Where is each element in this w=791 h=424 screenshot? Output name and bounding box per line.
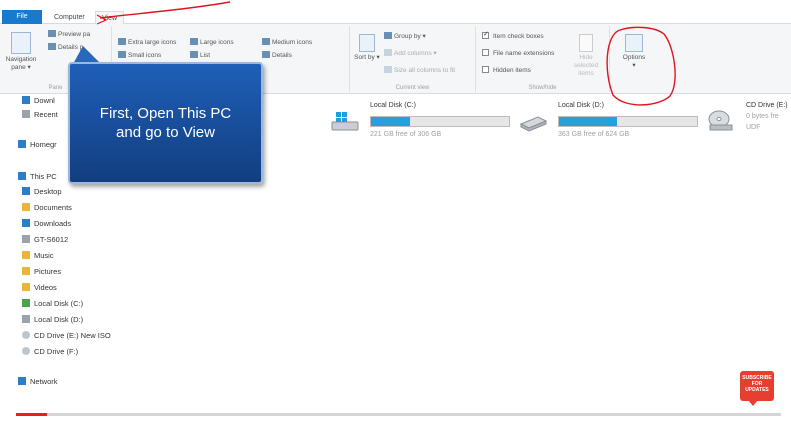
subscribe-badge[interactable]: SUBSCRIBE FOR UPDATES xyxy=(740,371,774,406)
nav-item[interactable]: CD Drive (F:) xyxy=(22,345,78,359)
nav-item[interactable]: Recent xyxy=(22,108,58,122)
drive-free-space: 0 bytes fre xyxy=(746,113,779,120)
nav-item[interactable]: Local Disk (C:) xyxy=(22,297,83,311)
drive-usage-bar xyxy=(370,116,510,127)
cd-drive-icon xyxy=(22,347,30,355)
nav-item-label: Videos xyxy=(34,283,57,292)
drive-tile-e[interactable]: CD Drive (E:) 0 bytes fre UDF xyxy=(706,100,791,150)
drive-d-icon xyxy=(519,116,548,132)
drive-tile-c[interactable]: Local Disk (C:) 221 GB free of 306 GB xyxy=(330,100,520,150)
this-pc-icon xyxy=(18,172,26,180)
nav-item-label: Local Disk (C:) xyxy=(34,299,84,308)
drive-c-icon xyxy=(22,299,30,307)
nav-item[interactable]: This PC xyxy=(18,170,57,184)
cd-drive-icon xyxy=(708,110,733,131)
nav-item[interactable]: Pictures xyxy=(22,265,61,279)
homegroup-icon xyxy=(18,140,26,148)
nav-item[interactable]: Homegr xyxy=(18,138,57,152)
nav-item[interactable]: Desktop xyxy=(22,185,62,199)
cd-drive-icon xyxy=(22,331,30,339)
network-icon xyxy=(18,377,26,385)
nav-item-label: Downloads xyxy=(34,219,72,228)
drive-d-icon xyxy=(22,315,30,323)
videos-icon xyxy=(22,283,30,291)
recent-icon xyxy=(22,110,30,118)
desktop-icon xyxy=(22,187,30,195)
nav-item-label: Network xyxy=(30,377,58,386)
video-progress-fill xyxy=(16,413,47,416)
nav-item[interactable]: Network xyxy=(18,375,58,389)
drive-free-space: 221 GB free of 306 GB xyxy=(370,131,442,138)
documents-icon xyxy=(22,203,30,211)
video-progress-bar[interactable] xyxy=(16,413,781,416)
drive-name: CD Drive (E:) xyxy=(746,102,788,109)
music-icon xyxy=(22,251,30,259)
nav-item-label: Pictures xyxy=(34,267,62,276)
drive-c-icon xyxy=(331,112,359,131)
nav-item-label: This PC xyxy=(30,172,57,181)
nav-item[interactable]: Local Disk (D:) xyxy=(22,313,83,327)
nav-item-label: GT-S6012 xyxy=(34,235,69,244)
phone-icon xyxy=(22,235,30,243)
nav-item[interactable]: CD Drive (E:) New ISO xyxy=(22,329,111,343)
drive-usage-bar xyxy=(558,116,698,127)
nav-item-label: CD Drive (E:) New ISO xyxy=(34,331,111,340)
nav-item-label: Downl xyxy=(34,96,55,105)
drive-tile-d[interactable]: Local Disk (D:) 363 GB free of 624 GB xyxy=(518,100,708,150)
drive-usage-fill xyxy=(371,117,410,126)
nav-item-label: Recent xyxy=(34,110,58,119)
nav-item-label: Local Disk (D:) xyxy=(34,315,84,324)
nav-item[interactable]: Downl xyxy=(22,94,55,108)
nav-item[interactable]: GT-S6012 xyxy=(22,233,68,247)
nav-item-label: CD Drive (F:) xyxy=(34,347,79,356)
nav-item-label: Homegr xyxy=(30,140,57,149)
nav-item[interactable]: Downloads xyxy=(22,217,71,231)
pictures-icon xyxy=(22,267,30,275)
callout-line-2: and go to View xyxy=(116,124,215,141)
nav-item-label: Desktop xyxy=(34,187,62,196)
nav-item[interactable]: Documents xyxy=(22,201,72,215)
nav-item-label: Music xyxy=(34,251,54,260)
drive-free-space: 363 GB free of 624 GB xyxy=(558,131,630,138)
downloads-icon xyxy=(22,96,30,104)
drive-name: Local Disk (C:) xyxy=(370,102,416,109)
drive-name: Local Disk (D:) xyxy=(558,102,604,109)
callout-line-1: First, Open This PC xyxy=(99,105,232,122)
downloads-icon xyxy=(22,219,30,227)
drive-usage-fill xyxy=(559,117,617,126)
nav-item[interactable]: Videos xyxy=(22,281,57,295)
nav-item-label: Documents xyxy=(34,203,72,212)
nav-item[interactable]: Music xyxy=(22,249,54,263)
drive-filesystem: UDF xyxy=(746,124,761,131)
instruction-callout: First, Open This PC and go to View xyxy=(68,62,263,184)
